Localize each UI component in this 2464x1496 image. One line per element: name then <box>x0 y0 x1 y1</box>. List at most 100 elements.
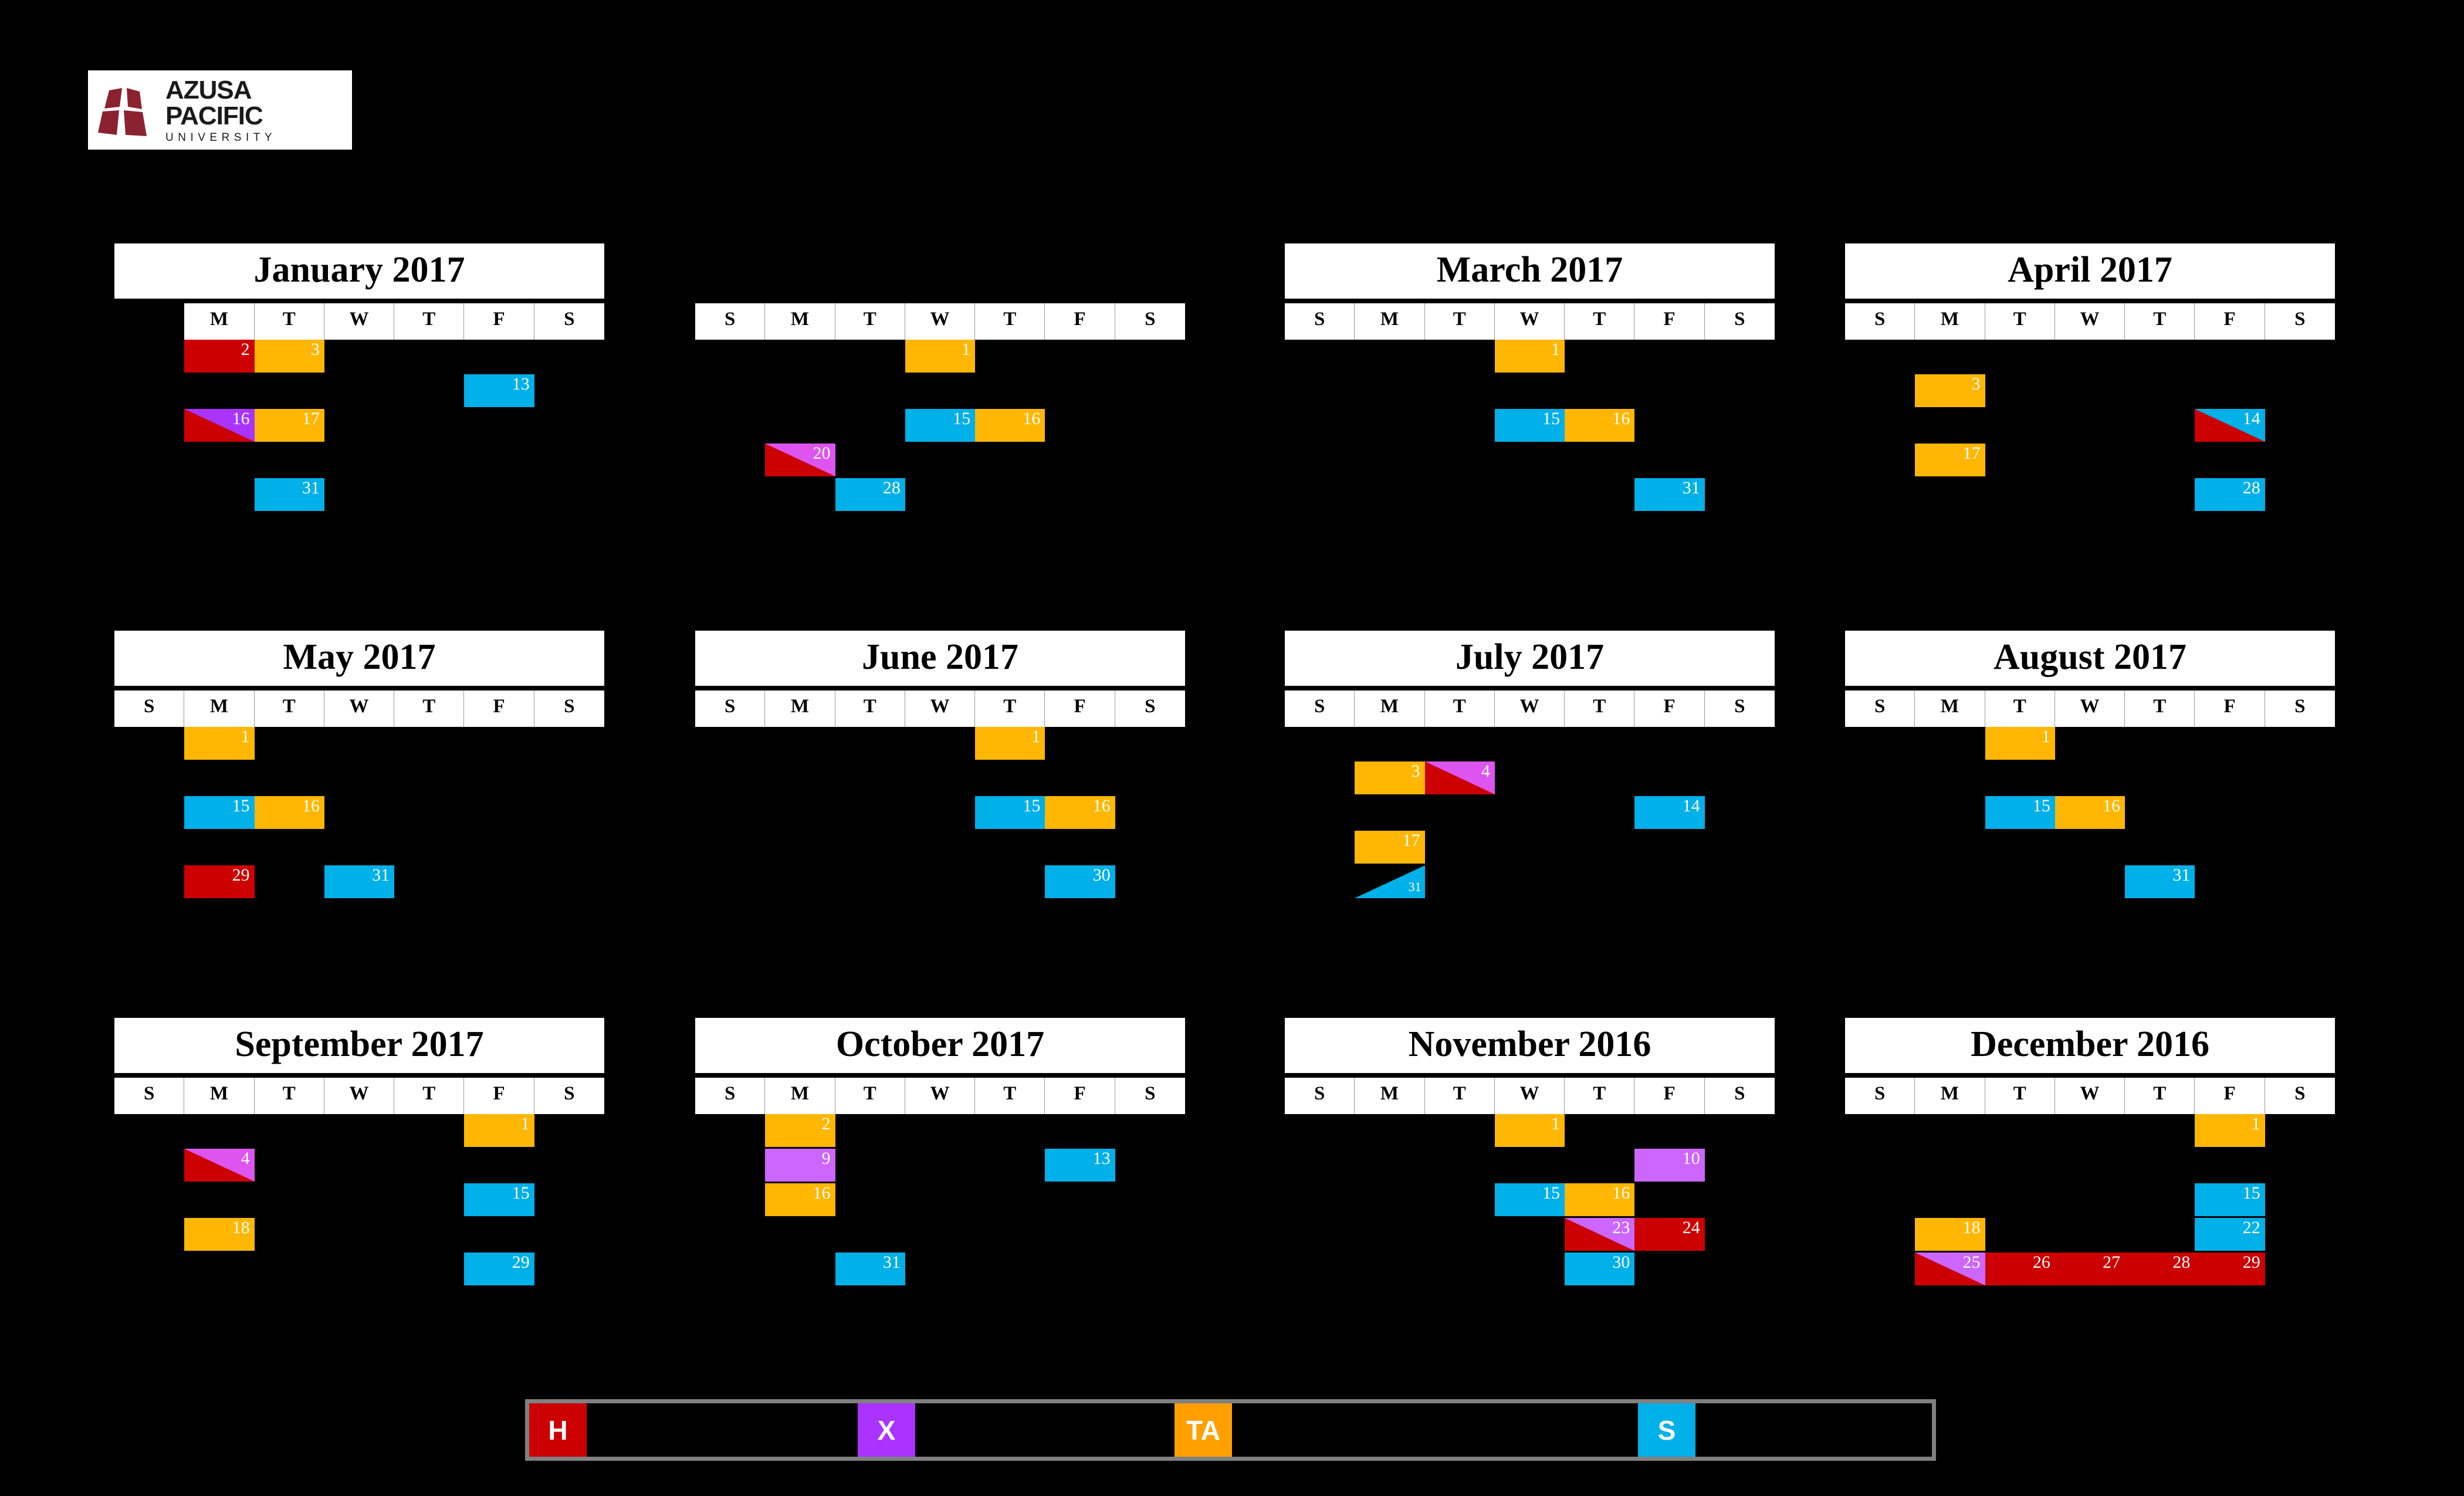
day-cell[interactable]: 16 <box>1045 796 1115 829</box>
day-cell[interactable]: 16 <box>184 409 255 442</box>
day-cell[interactable]: 1 <box>1985 727 2055 760</box>
day-cell[interactable]: 1 <box>1494 1114 1565 1147</box>
day-cell[interactable]: 1 <box>1494 340 1565 373</box>
day-cell-empty <box>1634 865 1704 898</box>
day-cell[interactable]: 28 <box>835 478 905 511</box>
day-cell[interactable]: 13 <box>1045 1149 1115 1182</box>
day-cell[interactable]: 31 <box>254 478 324 511</box>
day-number: 9 <box>821 1149 831 1168</box>
weeks-grid: 3 4 14 17 31 <box>1285 727 1775 898</box>
day-cell[interactable]: 15 <box>975 796 1045 829</box>
day-cell[interactable]: 25 <box>1915 1253 1985 1285</box>
day-number: 31 <box>372 865 390 885</box>
day-cell[interactable]: 16 <box>1565 1183 1635 1216</box>
day-cell[interactable]: 16 <box>1565 409 1635 442</box>
day-cell[interactable]: 31 <box>835 1253 905 1285</box>
day-cell-empty <box>2265 1114 2335 1147</box>
legend-label <box>915 1403 936 1457</box>
day-cell-empty <box>534 478 604 511</box>
day-cell[interactable]: 16 <box>2055 796 2125 829</box>
day-cell[interactable]: 26 <box>1985 1253 2055 1285</box>
day-cell[interactable]: 31 <box>1355 865 1425 898</box>
day-cell-empty <box>1705 831 1775 864</box>
day-cell-empty <box>765 831 835 864</box>
day-cell-empty <box>1915 1183 1985 1216</box>
day-cell[interactable]: 17 <box>254 409 324 442</box>
day-cell[interactable]: 4 <box>184 1149 255 1182</box>
day-cell[interactable]: 3 <box>254 340 324 373</box>
day-cell[interactable]: 22 <box>2195 1218 2265 1251</box>
day-cell-empty <box>1915 1149 1985 1182</box>
day-cell[interactable]: 1 <box>905 340 976 373</box>
day-cell-empty <box>1115 444 1185 476</box>
day-cell[interactable]: 15 <box>1985 796 2055 829</box>
day-cell[interactable]: 29 <box>2195 1253 2265 1285</box>
day-cell-empty <box>2055 1114 2125 1147</box>
day-cell[interactable]: 1 <box>2195 1114 2265 1147</box>
day-cell[interactable]: 9 <box>765 1149 835 1182</box>
day-number: 15 <box>953 409 971 428</box>
day-cell[interactable]: 29 <box>464 1253 534 1285</box>
day-cell[interactable]: 28 <box>2195 478 2265 511</box>
day-cell-empty <box>1045 1114 1115 1147</box>
day-cell[interactable]: 15 <box>905 409 976 442</box>
day-cell-empty <box>255 444 324 476</box>
day-cell[interactable]: 15 <box>464 1183 534 1216</box>
day-cell-empty <box>765 865 835 898</box>
day-cell[interactable]: 18 <box>1915 1218 1985 1251</box>
day-cell[interactable]: 16 <box>765 1183 835 1216</box>
day-cell[interactable]: 14 <box>1634 796 1705 829</box>
day-cell[interactable]: 1 <box>464 1114 534 1147</box>
day-cell[interactable]: 31 <box>2125 865 2195 898</box>
day-cell[interactable]: 17 <box>1915 444 1985 476</box>
day-cell[interactable]: 3 <box>1915 374 1985 407</box>
day-cell-empty <box>975 1183 1045 1216</box>
day-cell[interactable]: 31 <box>324 865 395 898</box>
day-cell[interactable]: 27 <box>2055 1253 2125 1285</box>
day-cell[interactable]: 17 <box>1355 831 1425 864</box>
day-cell[interactable]: 15 <box>2195 1183 2265 1216</box>
day-cell[interactable]: 24 <box>1634 1218 1705 1251</box>
day-cell[interactable]: 16 <box>254 796 324 829</box>
day-cell[interactable]: 15 <box>1494 409 1565 442</box>
day-cell[interactable]: 2 <box>184 340 255 373</box>
day-cell[interactable]: 3 <box>1355 761 1425 794</box>
day-cell[interactable]: 31 <box>1634 478 1705 511</box>
day-cell-empty <box>1115 1218 1185 1251</box>
day-cell[interactable]: 10 <box>1634 1149 1705 1182</box>
day-cell[interactable]: 20 <box>765 444 835 476</box>
day-cell[interactable]: 28 <box>2125 1253 2195 1285</box>
day-cell-empty <box>1425 340 1495 373</box>
day-cell-empty <box>1115 1253 1185 1285</box>
day-cell[interactable]: 14 <box>2195 409 2265 442</box>
day-cell[interactable]: 16 <box>975 409 1045 442</box>
day-cell[interactable]: 30 <box>1565 1253 1635 1285</box>
day-cell[interactable]: 4 <box>1424 761 1495 794</box>
day-cell-empty <box>2265 1218 2335 1251</box>
day-cell[interactable]: 2 <box>765 1114 835 1147</box>
weekday-label: M <box>1915 1078 1985 1114</box>
day-cell[interactable]: 15 <box>1494 1183 1565 1216</box>
day-cell-empty <box>255 761 324 794</box>
day-cell[interactable]: 29 <box>184 865 255 898</box>
month-card: March 2017 S M T W T F S 1 15 16 31 <box>1285 243 1775 511</box>
day-cell[interactable]: 1 <box>975 727 1045 760</box>
day-cell-empty <box>1565 796 1634 829</box>
day-cell-empty <box>324 1149 394 1182</box>
day-cell[interactable]: 15 <box>184 796 255 829</box>
day-cell-empty <box>1285 1149 1355 1182</box>
day-cell-empty <box>114 1149 184 1182</box>
day-cell[interactable]: 18 <box>184 1218 255 1251</box>
day-cell[interactable]: 13 <box>464 374 534 407</box>
day-number: 1 <box>2251 1114 2260 1133</box>
day-cell[interactable]: 23 <box>1565 1218 1635 1251</box>
day-cell-empty <box>2265 831 2335 864</box>
day-cell-empty <box>695 478 765 511</box>
day-cell[interactable]: 30 <box>1045 865 1115 898</box>
day-cell[interactable]: 1 <box>184 727 255 760</box>
legend-item: TA <box>1175 1403 1638 1457</box>
day-cell-empty <box>905 1149 975 1182</box>
day-cell-empty <box>184 374 254 407</box>
weekday-label: T <box>2125 691 2195 727</box>
day-cell-empty <box>695 1149 765 1182</box>
